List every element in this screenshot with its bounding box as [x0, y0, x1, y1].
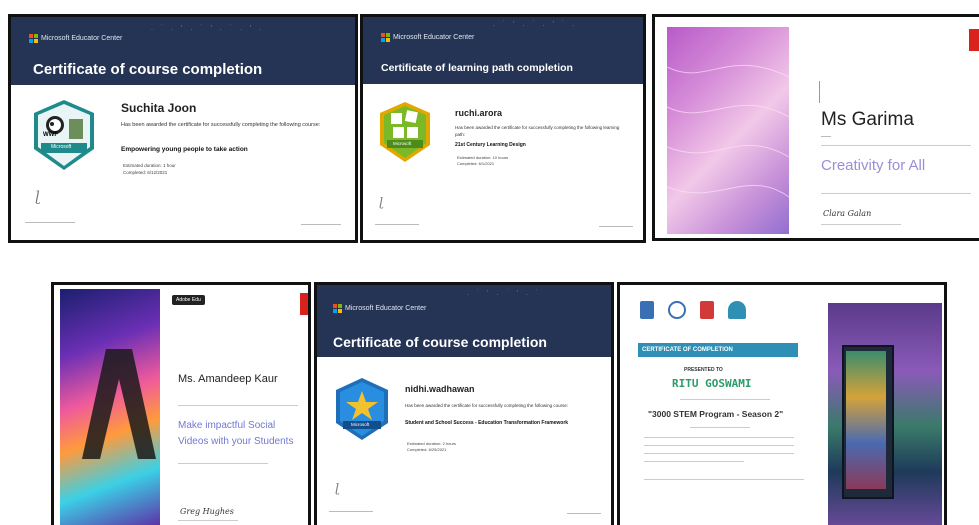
signature-icon: ɭ [35, 189, 41, 205]
microsoft-logo-icon [381, 33, 390, 42]
text-line [690, 427, 750, 428]
partner-logo-icon [700, 301, 714, 319]
partner-logo-icon [668, 301, 686, 319]
badge-shield-icon [380, 102, 430, 162]
certificate-header: . ˙ . ' . ˙ ' . ˙ . ' . Microsoft Educat… [11, 17, 355, 85]
text-line [644, 479, 804, 480]
course-name: Make impactful Social Videos with your S… [178, 420, 294, 447]
badge-label: Microsoft [51, 144, 72, 150]
course-name: Creativity for All [821, 157, 926, 174]
text-line [821, 136, 831, 137]
certificate-header: . ˙ ' . ˙ . ' ˙ . Microsoft Educator Cen… [363, 17, 643, 84]
partner-logo-icon [728, 301, 746, 319]
wave-lines-icon [667, 64, 789, 198]
recipient-name: nidhi.wadhawan [405, 384, 475, 394]
recipient-name: Ms Garima [821, 109, 914, 130]
signature-line [375, 224, 419, 225]
recipient-name: Suchita Joon [121, 101, 197, 115]
certificate-title: Certificate of learning path completion [381, 62, 573, 74]
text-line [821, 224, 901, 225]
text-line [644, 461, 744, 462]
microsoft-logo-icon [333, 304, 342, 313]
microsoft-logo-icon [29, 34, 38, 43]
adobe-logo-icon [300, 293, 308, 315]
badge-label: Microsoft [393, 141, 412, 146]
certificate-ms-garima[interactable]: Ms Garima Creativity for All Clara Galan [652, 14, 979, 241]
signature: Greg Hughes [180, 507, 234, 516]
brand: Microsoft Educator Center [333, 304, 426, 313]
completed-date: Completed: 6/12/2021 [123, 170, 168, 175]
text-line [178, 520, 238, 521]
footer-line [599, 226, 633, 227]
badge-shield-icon [336, 378, 388, 440]
course-badge: WWF Microsoft [33, 99, 95, 171]
program-name: "3000 STEM Program - Season 2" [648, 409, 784, 419]
header-decoration: . ˙ ' . ˙ . ' ˙ . [493, 21, 578, 28]
duration: Estimated duration: 1 hour [123, 163, 176, 168]
adobe-edu-tag: Adobe Edu [172, 295, 205, 305]
text-line [644, 453, 794, 454]
duration: Estimated duration: 2 hours [407, 441, 456, 446]
certificate-suchita-joon[interactable]: . ˙ . ' . ˙ ' . ˙ . ' . Microsoft Educat… [8, 14, 358, 243]
text-line [178, 463, 268, 464]
certificate-title: Certificate of course completion [33, 61, 263, 78]
certificate-title: Certificate of course completion [333, 334, 547, 350]
text-line [680, 399, 770, 400]
certificate-ruchi-arora[interactable]: . ˙ ' . ˙ . ' ˙ . Microsoft Educator Cen… [360, 14, 646, 243]
course-name: Empowering young people to take action [121, 146, 248, 153]
course-name: 21st Century Learning Design [455, 142, 526, 148]
divider [819, 81, 820, 103]
a-letter-icon [82, 349, 156, 459]
partner-logo-icon [640, 301, 654, 319]
completion-banner: CERTIFICATE OF COMPLETION [638, 343, 798, 357]
text-line [644, 437, 794, 438]
certificate-header: . ˙ ' . ˙ ' . ˙ Microsoft Educator Cente… [317, 285, 611, 357]
brand-text: Microsoft Educator Center [345, 305, 427, 312]
header-decoration: . ˙ . ' . ˙ ' . ˙ . ' . [151, 25, 265, 32]
certificate-nidhi-wadhawan[interactable]: . ˙ ' . ˙ ' . ˙ Microsoft Educator Cente… [314, 282, 614, 525]
course-badge: Microsoft [335, 377, 389, 441]
text-line [178, 405, 298, 406]
signature: Clara Galan [823, 209, 872, 218]
award-text: Has been awarded the certificate for suc… [405, 403, 569, 408]
text-line [821, 145, 971, 146]
completed-date: Completed: 6/1/2021 [457, 161, 495, 166]
brand-text: Microsoft Educator Center [393, 34, 475, 41]
certificate-amandeep-kaur[interactable]: Adobe Edu Ms. Amandeep Kaur Make impactf… [51, 282, 311, 525]
badge-label: Microsoft [351, 422, 370, 427]
award-text: Has been awarded the certificate for suc… [455, 125, 620, 137]
header-decoration: . ˙ ' . ˙ ' . ˙ [467, 290, 542, 297]
presented-to: PRESENTED TO [684, 367, 723, 373]
signature-icon: ɭ [379, 195, 384, 209]
signature-icon: ɭ [335, 481, 340, 495]
recipient-name: ruchi.arora [455, 108, 503, 118]
footer-line [301, 224, 341, 225]
recipient-name: Ms. Amandeep Kaur [178, 373, 278, 385]
text-line [644, 445, 794, 446]
signature-line [25, 222, 75, 223]
footer-line [567, 513, 601, 514]
award-text: Has been awarded the certificate for suc… [121, 122, 321, 128]
recipient-name: RITU GOSWAMI [672, 377, 752, 390]
badge-logo-text: WWF [43, 132, 58, 138]
brand-text: Microsoft Educator Center [41, 35, 123, 42]
completed-date: Completed: 6/25/2021 [407, 447, 447, 452]
course-name: Student and School Success - Education T… [405, 420, 569, 426]
brand: Microsoft Educator Center [381, 33, 474, 42]
signature-line [329, 511, 373, 512]
adobe-logo-icon [969, 29, 979, 51]
text-line [821, 193, 971, 194]
duration: Estimated duration: 10 hours [457, 155, 509, 160]
tablet-screen [846, 351, 886, 489]
brand: Microsoft Educator Center [29, 34, 122, 43]
certificate-ritu-goswami[interactable]: CERTIFICATE OF COMPLETION PRESENTED TO R… [617, 282, 947, 525]
learning-path-badge: Microsoft [379, 101, 431, 162]
partner-logos [640, 301, 746, 319]
